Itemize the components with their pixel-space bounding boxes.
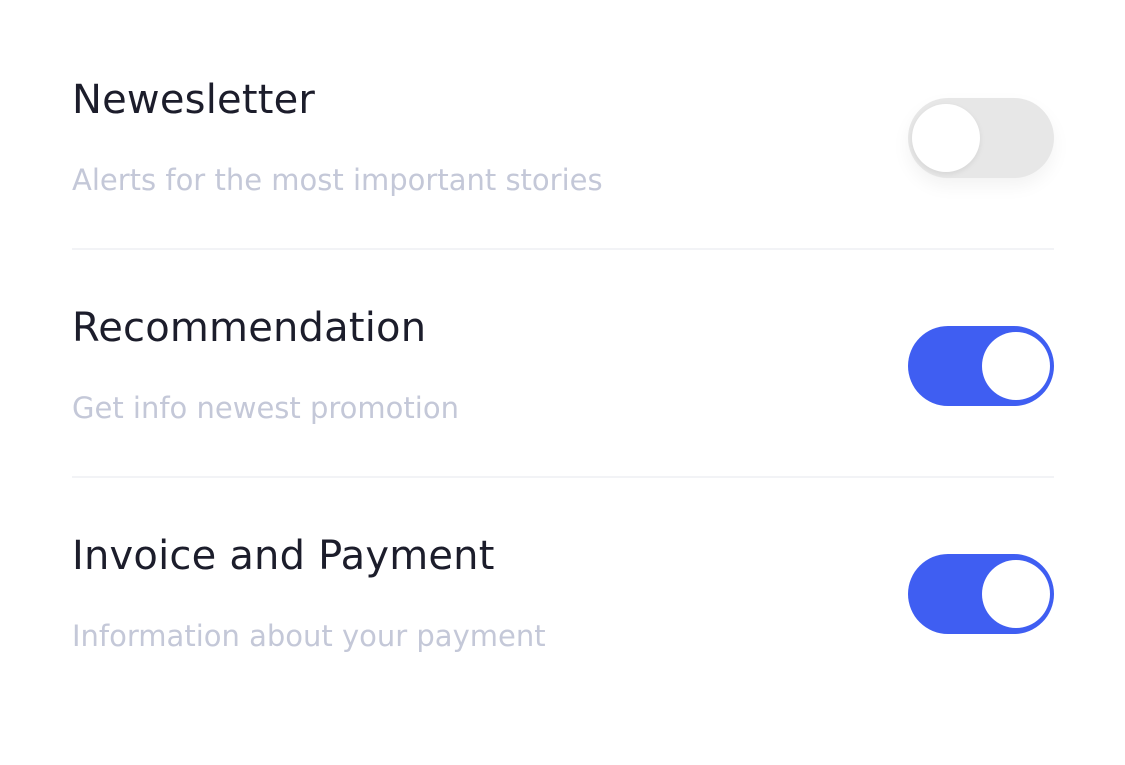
setting-row-newsletter: Newesletter Alerts for the most importan… [72, 75, 1054, 225]
divider [72, 476, 1054, 478]
toggle-knob [982, 332, 1050, 400]
toggle-knob [982, 560, 1050, 628]
setting-row-invoice-payment: Invoice and Payment Information about yo… [72, 531, 1054, 681]
setting-row-recommendation: Recommendation Get info newest promotion [72, 303, 1054, 453]
setting-description-recommendation: Get info newest promotion [72, 391, 459, 425]
toggle-knob [912, 104, 980, 172]
notification-settings-panel: Newesletter Alerts for the most importan… [0, 0, 1125, 765]
newsletter-toggle[interactable] [908, 98, 1054, 178]
invoice-payment-toggle[interactable] [908, 554, 1054, 634]
setting-title-newsletter: Newesletter [72, 77, 316, 123]
divider [72, 248, 1054, 250]
setting-description-newsletter: Alerts for the most important stories [72, 163, 603, 197]
setting-description-invoice-payment: Information about your payment [72, 619, 546, 653]
recommendation-toggle[interactable] [908, 326, 1054, 406]
setting-title-recommendation: Recommendation [72, 305, 427, 351]
setting-title-invoice-payment: Invoice and Payment [72, 533, 495, 579]
